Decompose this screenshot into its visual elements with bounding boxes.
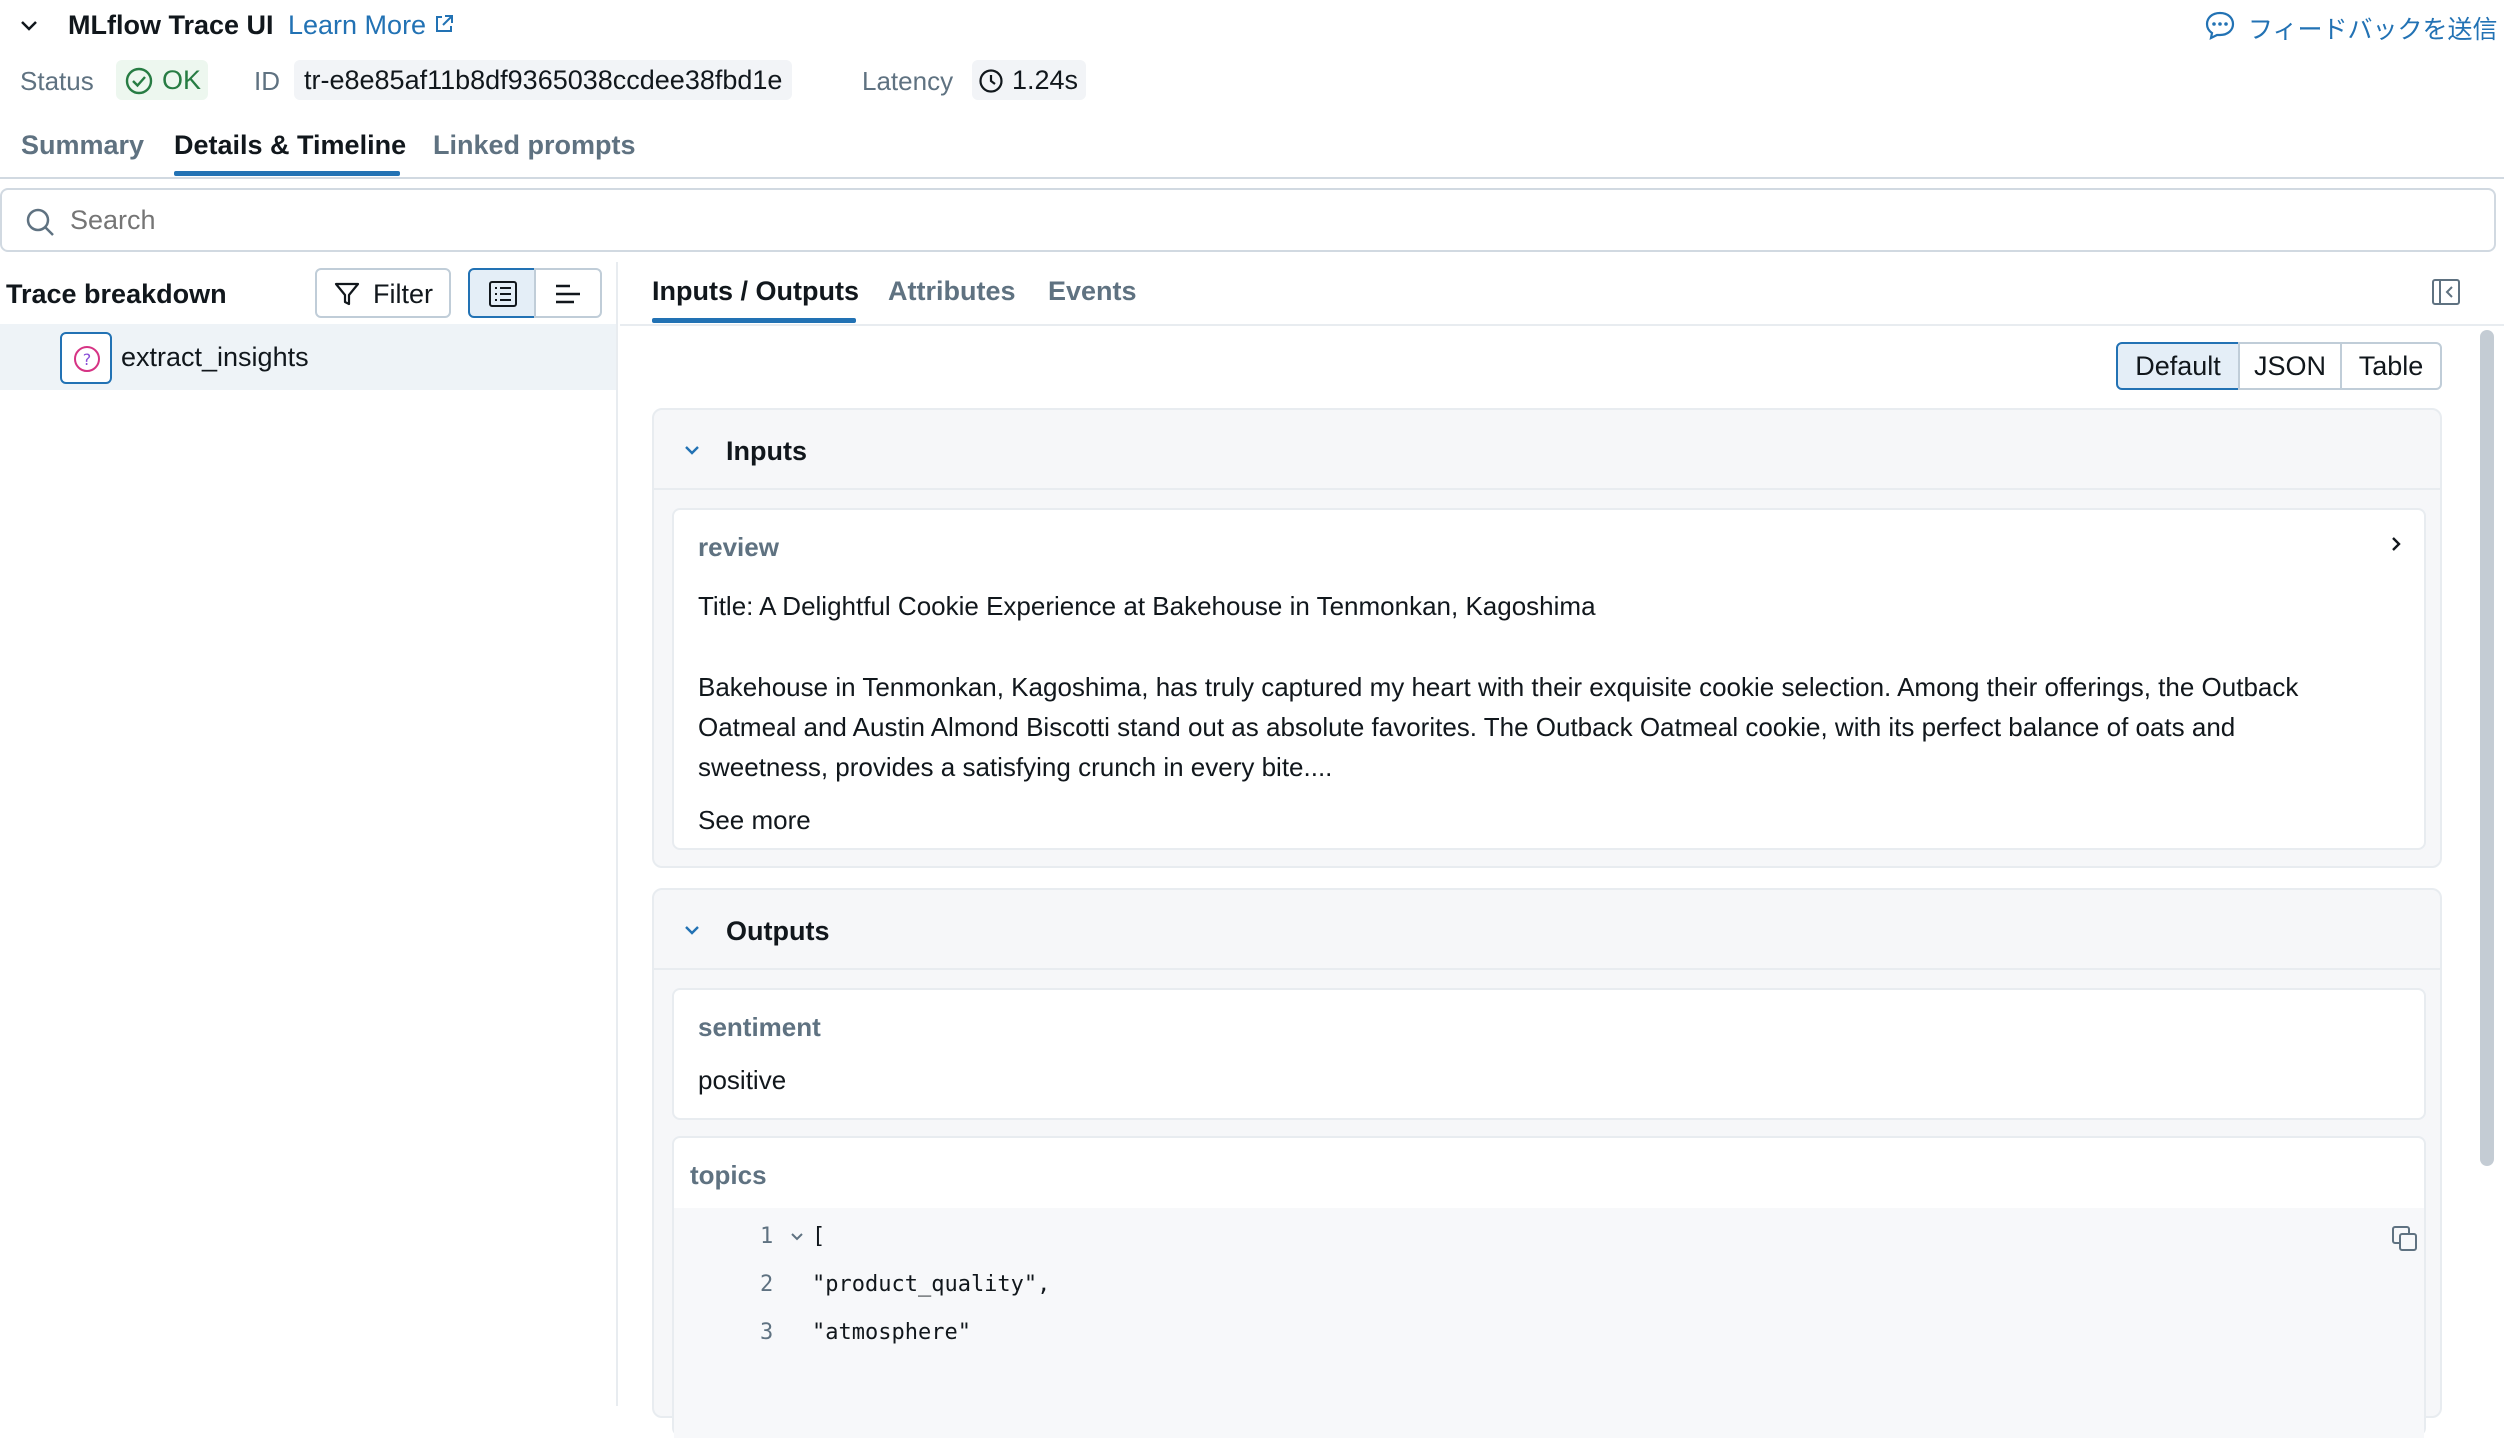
filter-button[interactable]: Filter xyxy=(315,268,451,318)
list-tree-icon xyxy=(489,281,517,307)
search-icon xyxy=(26,208,54,236)
copy-icon[interactable] xyxy=(2390,1224,2420,1254)
clock-icon xyxy=(979,69,1003,93)
outputs-title: Outputs xyxy=(726,916,830,946)
review-line-3: Oatmeal and Austin Almond Biscotti stand… xyxy=(698,712,2236,742)
chevron-down-icon xyxy=(685,926,699,935)
status-badge: OK xyxy=(116,60,208,100)
see-more-link[interactable]: See more xyxy=(698,800,811,840)
feedback-speech-icon[interactable] xyxy=(2204,9,2236,41)
tree-view-toggle[interactable] xyxy=(468,268,536,318)
subtab-divider xyxy=(620,324,2504,326)
sentiment-field-card: sentiment positive xyxy=(672,988,2426,1120)
filter-funnel-icon xyxy=(334,282,360,306)
filter-label: Filter xyxy=(373,279,433,309)
latency-value: 1.24s xyxy=(1012,65,1079,95)
svg-text:?: ? xyxy=(83,350,92,369)
inputs-section: Inputs review Title: A Delightful Cookie… xyxy=(652,408,2442,868)
chevron-right-icon[interactable] xyxy=(2386,534,2406,554)
inputs-title: Inputs xyxy=(726,436,807,466)
fold-chevron-icon[interactable] xyxy=(790,1230,804,1244)
active-tab-indicator xyxy=(174,171,400,176)
view-json-button[interactable]: JSON xyxy=(2238,342,2342,390)
trace-breakdown-title: Trace breakdown xyxy=(6,279,227,309)
code-line-number: 3 xyxy=(760,1320,774,1345)
review-field-card: review Title: A Delightful Cookie Experi… xyxy=(672,508,2426,850)
chevron-down-icon xyxy=(685,446,699,455)
header-divider xyxy=(0,177,2504,179)
code-line-number: 1 xyxy=(760,1224,774,1249)
app-title: MLflow Trace UI xyxy=(68,10,274,40)
timeline-bars-icon xyxy=(556,284,580,304)
latency-badge: 1.24s xyxy=(972,60,1086,100)
topics-field-label: topics xyxy=(690,1160,767,1190)
detail-scrollbar[interactable] xyxy=(2480,330,2494,1166)
search-input[interactable] xyxy=(70,200,2470,240)
external-link-icon[interactable] xyxy=(432,12,456,36)
review-field-label: review xyxy=(698,532,779,562)
tab-linked-prompts[interactable]: Linked prompts xyxy=(433,130,636,161)
tab-summary[interactable]: Summary xyxy=(21,130,144,161)
code-line-text: [ xyxy=(812,1224,826,1249)
id-label: ID xyxy=(254,66,280,96)
review-line-4: sweetness, provides a satisfying crunch … xyxy=(698,752,1333,782)
tab-inputs-outputs[interactable]: Inputs / Outputs xyxy=(652,276,859,307)
question-circle-icon: ? xyxy=(74,346,100,372)
check-circle-icon xyxy=(125,67,153,95)
tab-attributes[interactable]: Attributes xyxy=(888,276,1016,307)
code-viewer: 1 [ 2 "product_quality", 3 "atmosphere" xyxy=(674,1208,2424,1438)
sentiment-field-label: sentiment xyxy=(698,1012,821,1042)
trace-id-value[interactable]: tr-e8e85af11b8df9365038ccdee38fbd1e xyxy=(294,60,793,100)
status-label: Status xyxy=(20,66,94,96)
outputs-section: Outputs sentiment positive topics 1 [ 2 … xyxy=(652,888,2442,1438)
code-line-number: 2 xyxy=(760,1272,774,1297)
tab-events[interactable]: Events xyxy=(1048,276,1137,307)
timeline-view-toggle[interactable] xyxy=(534,268,602,318)
trace-header: MLflow Trace UI Learn More フィードバックを送信 St… xyxy=(0,0,2504,180)
inputs-section-header[interactable]: Inputs xyxy=(654,410,2440,490)
search-box[interactable] xyxy=(0,188,2496,252)
span-node-row[interactable]: ? extract_insights xyxy=(0,324,616,390)
review-line-2: Bakehouse in Tenmonkan, Kagoshima, has t… xyxy=(698,672,2299,702)
latency-label: Latency xyxy=(862,66,954,96)
code-line-text: "atmosphere" xyxy=(812,1320,971,1345)
span-type-badge: ? xyxy=(60,332,112,384)
feedback-link[interactable]: フィードバックを送信 xyxy=(2248,10,2498,46)
view-default-button[interactable]: Default xyxy=(2116,342,2240,390)
status-value: OK xyxy=(162,65,202,95)
collapse-chevron-icon[interactable] xyxy=(18,14,40,36)
trace-breakdown-pane: Trace breakdown Filter ? extract_insight… xyxy=(0,262,618,1406)
learn-more-link[interactable]: Learn More xyxy=(288,10,426,41)
span-node-label: extract_insights xyxy=(121,342,309,372)
collapse-panel-icon[interactable] xyxy=(2430,276,2462,308)
sentiment-value: positive xyxy=(698,1065,787,1095)
tab-details-timeline[interactable]: Details & Timeline xyxy=(174,130,406,161)
topics-field-card: topics 1 [ 2 "product_quality", 3 "atmos… xyxy=(672,1136,2426,1438)
active-subtab-indicator xyxy=(652,318,856,323)
outputs-section-header[interactable]: Outputs xyxy=(654,890,2440,970)
review-line-1: Title: A Delightful Cookie Experience at… xyxy=(698,591,1596,621)
view-table-button[interactable]: Table xyxy=(2340,342,2442,390)
code-line-text: "product_quality", xyxy=(812,1272,1051,1297)
